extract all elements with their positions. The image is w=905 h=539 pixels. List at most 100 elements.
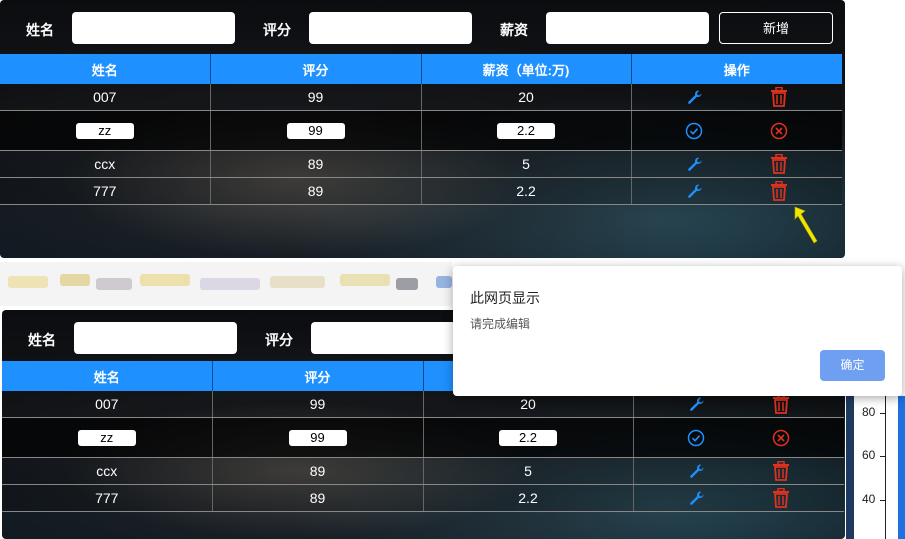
cell-actions [631, 110, 842, 151]
edit-name-input[interactable]: zz [77, 430, 136, 446]
salary-input[interactable] [546, 12, 709, 44]
wrench-icon[interactable] [682, 153, 706, 175]
x-circle-icon[interactable] [769, 427, 793, 449]
table-header: 姓名 评分 薪资（单位:万) 操作 [0, 54, 842, 84]
cell-actions [631, 150, 842, 178]
dialog-title: 此网页显示 [470, 290, 540, 306]
table-row: 777 89 2.2 [2, 484, 844, 512]
cell-name: 007 [2, 391, 213, 418]
cell-score: 99 [212, 417, 424, 458]
score-label: 评分 [265, 332, 293, 348]
cell-salary: 5 [423, 457, 634, 485]
edit-salary-input[interactable]: 2.2 [499, 430, 557, 446]
name-label: 姓名 [28, 332, 56, 348]
blur-blob [340, 274, 390, 286]
trash-icon[interactable] [767, 180, 791, 202]
blur-blob [60, 274, 90, 286]
header-actions: 操作 [631, 54, 842, 84]
cell-score: 99 [210, 110, 422, 151]
trash-icon[interactable] [769, 460, 793, 482]
cell-name: 777 [0, 177, 211, 205]
edit-name-input[interactable]: zz [75, 123, 134, 139]
edit-score-input[interactable]: 99 [286, 123, 345, 139]
table-row: ccx 89 5 [2, 457, 844, 485]
cell-score: 99 [210, 84, 422, 111]
score-input[interactable] [311, 322, 474, 354]
header-name: 姓名 [0, 54, 211, 84]
cell-actions [631, 84, 842, 111]
alert-dialog: 此网页显示 请完成编辑 确定 [453, 266, 902, 396]
cell-salary: 2.2 [421, 110, 632, 151]
cell-salary: 2.2 [423, 417, 634, 458]
cell-name: ccx [0, 150, 211, 178]
name-label: 姓名 [26, 22, 54, 38]
cell-name: zz [0, 110, 211, 151]
check-circle-icon[interactable] [682, 120, 706, 142]
table-row-editing: zz 99 2.2 [2, 417, 844, 458]
trash-icon[interactable] [767, 86, 791, 108]
search-form: 姓名 评分 薪资 新增 [0, 0, 845, 54]
cell-salary: 2.2 [421, 177, 632, 205]
wrench-icon[interactable] [684, 460, 708, 482]
blurred-taskbar [0, 262, 452, 306]
table-row: 007 99 20 [0, 84, 842, 111]
blur-blob [96, 278, 132, 290]
cell-actions [631, 177, 842, 205]
cursor-arrow-icon [794, 206, 818, 244]
edit-score-input[interactable]: 99 [288, 430, 347, 446]
chart-edge [846, 396, 854, 539]
check-circle-icon[interactable] [684, 427, 708, 449]
cell-score: 99 [212, 391, 424, 418]
chart-bar [898, 396, 905, 539]
cell-salary: 5 [421, 150, 632, 178]
blur-blob [200, 278, 260, 290]
wrench-icon[interactable] [682, 86, 706, 108]
salary-label: 薪资 [500, 22, 528, 38]
y-tick-label: 60 [862, 448, 876, 462]
y-axis-line [885, 396, 886, 539]
trash-icon[interactable] [769, 487, 793, 509]
header-score: 评分 [210, 54, 422, 84]
blur-blob [8, 276, 48, 288]
trash-icon[interactable] [769, 393, 793, 415]
score-input[interactable] [309, 12, 472, 44]
y-tick-mark [880, 456, 885, 457]
cell-score: 89 [212, 484, 424, 512]
name-input[interactable] [72, 12, 235, 44]
y-tick-label: 80 [862, 405, 876, 419]
ok-button[interactable]: 确定 [820, 350, 885, 381]
trash-icon[interactable] [767, 153, 791, 175]
cell-actions [633, 417, 844, 458]
cell-score: 89 [212, 457, 424, 485]
table-row-editing: zz 99 2.2 [0, 110, 842, 151]
cell-name: 777 [2, 484, 213, 512]
cell-name: ccx [2, 457, 213, 485]
wrench-icon[interactable] [682, 180, 706, 202]
top-panel: 姓名 评分 薪资 新增 姓名 评分 薪资（单位:万) 操作 007 99 20 [0, 0, 845, 258]
y-tick-mark [880, 413, 885, 414]
header-salary: 薪资（单位:万) [421, 54, 632, 84]
wrench-icon[interactable] [684, 393, 708, 415]
y-tick-mark [880, 500, 885, 501]
cell-name: zz [2, 417, 213, 458]
blur-blob [436, 276, 452, 288]
table-row: ccx 89 5 [0, 150, 842, 178]
wrench-icon[interactable] [684, 487, 708, 509]
side-chart-fragment: 80 60 40 [846, 396, 905, 539]
data-table: 姓名 评分 薪资（单位:万) 操作 007 99 20 zz 99 2.2 [0, 54, 842, 205]
cell-actions [633, 457, 844, 485]
header-score: 评分 [212, 361, 424, 391]
cell-salary: 20 [421, 84, 632, 111]
cell-actions [633, 484, 844, 512]
edit-salary-input[interactable]: 2.2 [497, 123, 555, 139]
blur-blob [140, 274, 190, 286]
blur-blob [396, 278, 418, 290]
dialog-message: 请完成编辑 [470, 317, 531, 331]
cell-name: 007 [0, 84, 211, 111]
cell-score: 89 [210, 150, 422, 178]
name-input[interactable] [74, 322, 237, 354]
add-button[interactable]: 新增 [719, 12, 833, 44]
y-tick-label: 40 [862, 492, 876, 506]
x-circle-icon[interactable] [767, 120, 791, 142]
blur-blob [270, 276, 325, 288]
